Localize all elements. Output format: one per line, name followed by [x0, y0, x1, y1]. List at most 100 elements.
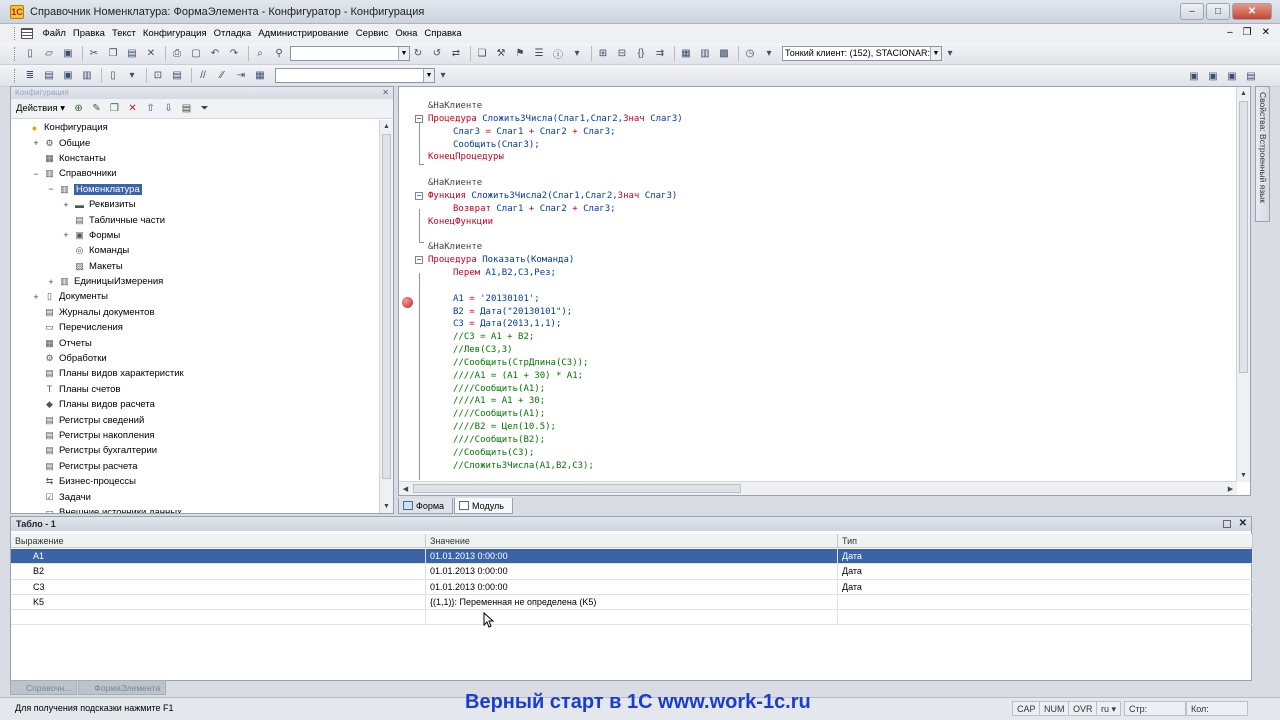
code-line[interactable]: КонецФункции: [399, 216, 1237, 229]
table-row[interactable]: A1 01.01.2013 0:00:00 Дата: [11, 549, 1253, 565]
tree-item[interactable]: ▤ Регистры накопления: [11, 428, 380, 443]
syntax-check-icon[interactable]: ⊞: [595, 46, 611, 62]
code-line[interactable]: //Сообщить(C3);: [399, 447, 1237, 460]
scroll-up-icon[interactable]: ▲: [1237, 87, 1250, 100]
column-header-type[interactable]: Тип: [838, 534, 1253, 548]
code-line[interactable]: //Лев(C3,3): [399, 344, 1237, 357]
menu-administration[interactable]: Администрирование: [255, 28, 353, 39]
type-cell[interactable]: [838, 610, 1253, 626]
tree-item[interactable]: ▤ Регистры бухгалтерии: [11, 443, 380, 458]
main-menu-icon[interactable]: [21, 28, 33, 39]
tree-item[interactable]: + ⚙ Общие: [11, 135, 380, 150]
code-editor[interactable]: &НаКлиенте − Процедура Сложить3Числа(Слаг1…: [398, 86, 1251, 496]
sort-icon[interactable]: ▤: [179, 101, 194, 116]
value-cell[interactable]: {(1,1)}: Переменная не определена (K5): [426, 594, 838, 610]
dropdown-icon[interactable]: ▾: [435, 68, 451, 84]
code-line[interactable]: ////Сообщить(A1);: [399, 383, 1237, 396]
code-line[interactable]: [399, 280, 1237, 293]
document-icon[interactable]: ▯: [105, 68, 121, 84]
expression-cell[interactable]: A1: [11, 549, 426, 564]
code-line[interactable]: ////Сообщить(A1);: [399, 408, 1237, 421]
expand-icon[interactable]: +: [32, 292, 40, 301]
tree-item[interactable]: ▤ Планы видов характеристик: [11, 366, 380, 381]
menu-edit[interactable]: Правка: [69, 28, 108, 39]
table-row[interactable]: C3 01.01.2013 0:00:00 Дата: [11, 579, 1253, 595]
code-line[interactable]: − Функция Сложить3Числа2(Слаг1,Слаг2,Знач…: [399, 190, 1237, 203]
breakpoint-icon[interactable]: [402, 297, 413, 308]
chevron-down-icon[interactable]: ▼: [398, 47, 409, 60]
code-line[interactable]: − Процедура Показать(Команда): [399, 254, 1237, 267]
search-icon[interactable]: ⚲: [271, 46, 287, 62]
scroll-thumb[interactable]: [1239, 101, 1248, 373]
modules-icon[interactable]: ⚑: [512, 46, 528, 62]
tree-item[interactable]: ▭ Перечисления: [11, 320, 380, 335]
find-next-icon[interactable]: ↻: [410, 46, 426, 62]
procedure-select[interactable]: ▼: [275, 68, 435, 83]
tree-item[interactable]: ▦ Отчеты: [11, 335, 380, 350]
collapse-icon[interactable]: −: [47, 185, 55, 194]
pin-icon[interactable]: [1223, 520, 1231, 528]
db-icon[interactable]: ▣: [60, 68, 76, 84]
tree-item[interactable]: + ▯ Документы: [11, 289, 380, 304]
expand-icon[interactable]: +: [32, 139, 40, 148]
copy-icon[interactable]: ❐: [107, 101, 122, 116]
value-cell[interactable]: 01.01.2013 0:00:00: [426, 579, 838, 595]
toolbar-grip[interactable]: [14, 46, 17, 61]
expand-icon[interactable]: +: [47, 277, 55, 286]
expression-cell[interactable]: B2: [11, 564, 426, 580]
code-line[interactable]: &НаКлиенте: [399, 241, 1237, 254]
tree-item[interactable]: − ▥ Номенклатура: [11, 182, 380, 197]
tree-item[interactable]: ▨ Макеты: [11, 259, 380, 274]
code-line[interactable]: C3 = Дата(2013,1,1);: [399, 318, 1237, 331]
code-line[interactable]: A1 = '20130101';: [399, 293, 1237, 306]
cut-icon[interactable]: ✂: [86, 46, 102, 62]
code-line[interactable]: &НаКлиенте: [399, 177, 1237, 190]
text-block-icon[interactable]: ▤: [169, 68, 185, 84]
menu-help[interactable]: Справка: [421, 28, 465, 39]
blocks-icon[interactable]: ⊡: [150, 68, 166, 84]
table-row[interactable]: [11, 610, 1253, 626]
fold-toggle-icon[interactable]: −: [415, 114, 423, 123]
code-line[interactable]: − Процедура Сложить3Числа(Слаг1,Слаг2,Зна…: [399, 113, 1237, 126]
picture-icon[interactable]: ▩: [716, 46, 732, 62]
actions-menu[interactable]: Действия ▾: [16, 103, 65, 114]
uncomment-icon[interactable]: ⁄⁄: [214, 68, 230, 84]
code-line[interactable]: &НаКлиенте: [399, 100, 1237, 113]
code-line[interactable]: [399, 228, 1237, 241]
tree-item[interactable]: + ▥ ЕдиницыИзмерения: [11, 274, 380, 289]
scroll-right-icon[interactable]: ▶: [1224, 482, 1237, 495]
comment-icon[interactable]: //: [195, 68, 211, 84]
tree-item[interactable]: + ▬ Реквизиты: [11, 197, 380, 212]
add-icon[interactable]: ⊕: [71, 101, 86, 116]
undo-icon[interactable]: ↶: [207, 46, 223, 62]
fold-toggle-icon[interactable]: −: [415, 256, 423, 265]
language-indicator[interactable]: ru ▾: [1096, 701, 1122, 716]
close-window-button[interactable]: ✕: [1232, 3, 1272, 20]
tree-item[interactable]: ☑ Задачи: [11, 489, 380, 504]
menu-service[interactable]: Сервис: [352, 28, 392, 39]
table-row[interactable]: B2 01.01.2013 0:00:00 Дата: [11, 564, 1253, 580]
expression-cell[interactable]: C3: [11, 579, 426, 595]
filter-icon[interactable]: ⏷: [197, 101, 212, 116]
edit-icon[interactable]: ✎: [89, 101, 104, 116]
code-line[interactable]: //Сообщить(СтрДлина(C3));: [399, 357, 1237, 370]
client-select[interactable]: Тонкий клиент: (152), STACIONAR:` ▼: [782, 46, 942, 61]
clock-icon[interactable]: ◷: [742, 46, 758, 62]
menu-grip[interactable]: [14, 27, 17, 40]
open-config-icon[interactable]: ▤: [41, 68, 57, 84]
tree-item[interactable]: Т Планы счетов: [11, 382, 380, 397]
tree-scrollbar[interactable]: ▲ ▼: [379, 120, 393, 513]
compare-icon[interactable]: ▥: [79, 68, 95, 84]
value-cell[interactable]: 01.01.2013 0:00:00: [426, 549, 838, 564]
editor-vertical-scrollbar[interactable]: ▲ ▼: [1236, 87, 1250, 482]
print-icon[interactable]: ⎙: [169, 46, 185, 62]
scroll-up-icon[interactable]: ▲: [380, 120, 393, 133]
config-tree-icon[interactable]: ⚒: [493, 46, 509, 62]
menu-text[interactable]: Текст: [108, 28, 139, 39]
list-icon[interactable]: ≣: [22, 68, 38, 84]
collapse-icon[interactable]: −: [32, 169, 40, 178]
tree-item[interactable]: ◆ Планы видов расчета: [11, 397, 380, 412]
menu-debug[interactable]: Отладка: [210, 28, 255, 39]
open-folder-icon[interactable]: ▱: [41, 46, 57, 62]
chevron-down-icon[interactable]: ▼: [930, 47, 941, 60]
